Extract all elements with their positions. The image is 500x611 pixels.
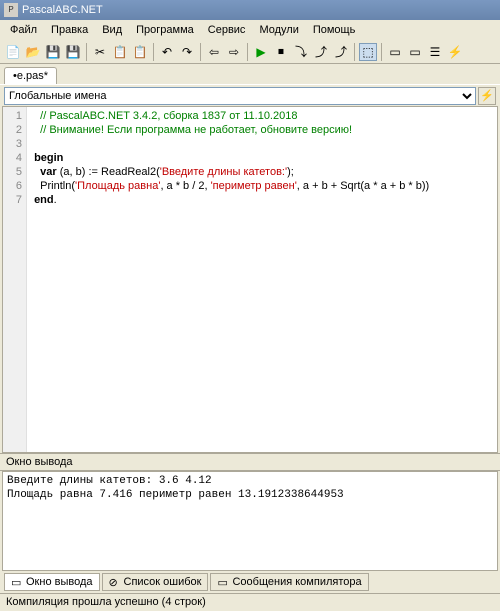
save-icon[interactable]: 💾	[44, 43, 62, 61]
saveall-icon[interactable]: 💾	[64, 43, 82, 61]
file-tabs: •e.pas*	[0, 64, 500, 84]
output-header: Окно вывода	[0, 453, 500, 471]
compiler-tab-icon: ▭	[217, 576, 229, 588]
separator	[153, 43, 154, 61]
menu-program[interactable]: Программа	[130, 22, 200, 38]
copy-icon[interactable]: 📋	[111, 43, 129, 61]
stop-icon[interactable]: ⏹	[272, 43, 290, 61]
menu-modules[interactable]: Модули	[253, 22, 304, 38]
props-icon[interactable]: ☰	[426, 43, 444, 61]
output-panel: Введите длины катетов: 3.6 4.12 Площадь …	[2, 471, 498, 571]
separator	[381, 43, 382, 61]
run-icon[interactable]: ▶	[252, 43, 270, 61]
step-icon[interactable]: ⤵	[292, 43, 310, 61]
status-bar: Компиляция прошла успешно (4 строк)	[0, 593, 500, 611]
window-title: PascalABC.NET	[22, 4, 103, 16]
stepout-icon[interactable]: ⤴	[332, 43, 350, 61]
window-titlebar: P PascalABC.NET	[0, 0, 500, 20]
intellisense-icon[interactable]: ⚡	[446, 43, 464, 61]
new-icon[interactable]: 📄	[4, 43, 22, 61]
stepover-icon[interactable]: ⤴	[312, 43, 330, 61]
tab-output[interactable]: ▭Окно вывода	[4, 573, 100, 591]
code-area[interactable]: // PascalABC.NET 3.4.2, сборка 1837 от 1…	[27, 107, 497, 452]
menu-view[interactable]: Вид	[96, 22, 128, 38]
tab-active[interactable]: •e.pas*	[4, 67, 57, 84]
tab-compiler[interactable]: ▭Сообщения компилятора	[210, 573, 368, 591]
separator	[200, 43, 201, 61]
bottom-tabs: ▭Окно вывода ⊘Список ошибок ▭Сообщения к…	[0, 571, 500, 593]
undo-icon[interactable]: ↶	[158, 43, 176, 61]
menu-service[interactable]: Сервис	[202, 22, 252, 38]
redo-icon[interactable]: ↷	[178, 43, 196, 61]
output-tab-icon: ▭	[11, 576, 23, 588]
menubar: Файл Правка Вид Программа Сервис Модули …	[0, 20, 500, 40]
open-icon[interactable]: 📂	[24, 43, 42, 61]
paste-icon[interactable]: 📋	[131, 43, 149, 61]
lightning-icon[interactable]: ⚡	[478, 87, 496, 105]
separator	[247, 43, 248, 61]
line-gutter: 1 2 3 4 5 6 7	[3, 107, 27, 452]
app-icon: P	[4, 3, 18, 17]
cut-icon[interactable]: ✂	[91, 43, 109, 61]
menu-edit[interactable]: Правка	[45, 22, 94, 38]
form-icon[interactable]: ▭	[386, 43, 404, 61]
scope-dropdown[interactable]: Глобальные имена	[4, 87, 476, 105]
errors-tab-icon: ⊘	[109, 576, 121, 588]
menu-help[interactable]: Помощь	[307, 22, 362, 38]
scope-bar: Глобальные имена ⚡	[0, 84, 500, 106]
forward-icon[interactable]: ⇨	[225, 43, 243, 61]
menu-file[interactable]: Файл	[4, 22, 43, 38]
toolbar: 📄 📂 💾 💾 ✂ 📋 📋 ↶ ↷ ⇦ ⇨ ▶ ⏹ ⤵ ⤴ ⤴ ⬚ ▭ ▭ ☰ …	[0, 40, 500, 64]
separator	[86, 43, 87, 61]
back-icon[interactable]: ⇦	[205, 43, 223, 61]
tab-errors[interactable]: ⊘Список ошибок	[102, 573, 209, 591]
separator	[354, 43, 355, 61]
code-editor[interactable]: 1 2 3 4 5 6 7 // PascalABC.NET 3.4.2, сб…	[2, 106, 498, 453]
toggle-icon[interactable]: ⬚	[359, 43, 377, 61]
form2-icon[interactable]: ▭	[406, 43, 424, 61]
